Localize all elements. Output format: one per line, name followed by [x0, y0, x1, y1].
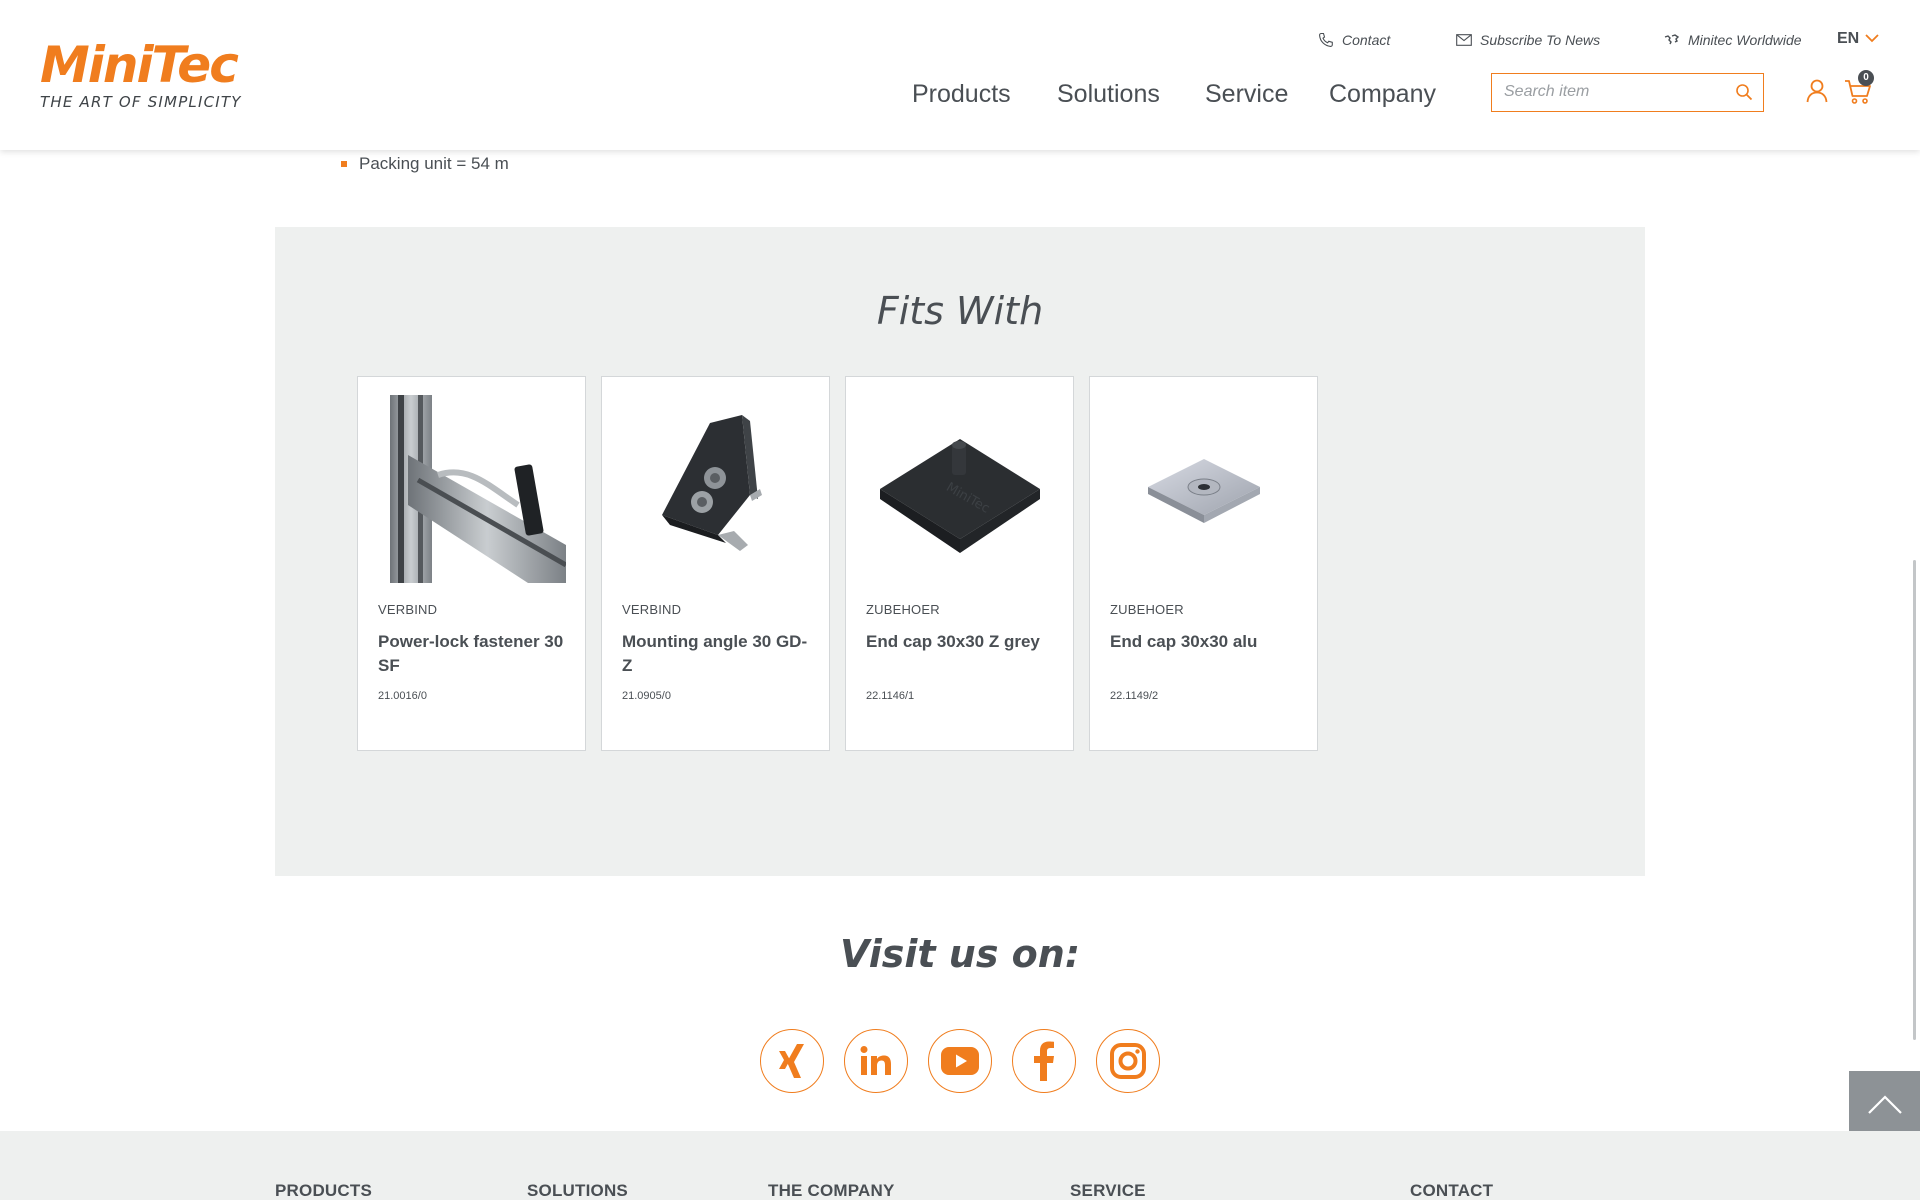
product-card[interactable]: MiniTec ZUBEHOER End cap 30x30 Z grey 22…	[845, 376, 1074, 751]
fits-with-title: Fits With	[876, 289, 1044, 333]
minitec-logo[interactable]: MiniTec THE ART OF SIMPLICITY	[40, 40, 242, 111]
facebook-icon[interactable]	[1012, 1029, 1076, 1093]
cart-count-badge: 0	[1858, 70, 1874, 86]
power-lock-fastener-image	[378, 395, 568, 583]
language-label: EN	[1837, 30, 1860, 47]
nav-products[interactable]: Products	[912, 80, 1011, 109]
visit-us-title: Visit us on:	[839, 932, 1081, 976]
instagram-icon[interactable]	[1096, 1029, 1160, 1093]
mounting-angle-image	[622, 395, 810, 583]
footer-heading-solutions: SOLUTIONS	[527, 1181, 628, 1200]
packing-unit-text: Packing unit = 54 m	[359, 154, 509, 173]
logo-tagline: THE ART OF SIMPLICITY	[40, 93, 242, 111]
fits-with-section: Fits With VERBIND Power-lock fastener 30…	[275, 227, 1645, 876]
card-category: VERBIND	[622, 602, 682, 617]
end-cap-alu-image	[1110, 395, 1298, 583]
worldwide-label: Minitec Worldwide	[1688, 32, 1802, 48]
world-map-icon	[1664, 34, 1680, 46]
subscribe-label: Subscribe To News	[1480, 32, 1601, 48]
chevron-up-icon	[1867, 1095, 1903, 1120]
search-box	[1491, 73, 1764, 112]
card-sku: 22.1146/1	[866, 690, 915, 702]
chevron-down-icon	[1865, 30, 1879, 48]
packing-unit-item: Packing unit = 54 m	[341, 154, 509, 174]
search-input[interactable]	[1504, 83, 1724, 101]
phone-icon	[1318, 32, 1334, 48]
card-product-name: Power-lock fastener 30 SF	[378, 632, 564, 675]
footer-heading-company: THE COMPANY	[768, 1181, 895, 1200]
subscribe-news-link[interactable]: Subscribe To News	[1456, 32, 1600, 48]
product-card[interactable]: ZUBEHOER End cap 30x30 alu 22.1149/2	[1089, 376, 1318, 751]
scroll-to-top-button[interactable]	[1849, 1071, 1920, 1139]
card-category: ZUBEHOER	[866, 602, 940, 617]
page-scrollbar[interactable]	[1913, 560, 1916, 1040]
nav-solutions[interactable]: Solutions	[1057, 80, 1160, 109]
footer-heading-service: SERVICE	[1070, 1181, 1146, 1200]
product-card[interactable]: VERBIND Mounting angle 30 GD-Z 21.0905/0	[601, 376, 830, 751]
card-category: VERBIND	[378, 602, 438, 617]
worldwide-link[interactable]: Minitec Worldwide	[1664, 32, 1802, 48]
bullet-marker	[341, 161, 347, 167]
site-header: MiniTec THE ART OF SIMPLICITY Contact Su…	[0, 0, 1920, 150]
footer-heading-products: PRODUCTS	[275, 1181, 372, 1200]
nav-service[interactable]: Service	[1205, 80, 1288, 109]
mail-icon	[1456, 34, 1472, 46]
card-product-name: End cap 30x30 alu	[1110, 632, 1258, 651]
linkedin-icon[interactable]	[844, 1029, 908, 1093]
card-product-name: Mounting angle 30 GD-Z	[622, 632, 808, 675]
language-selector[interactable]: EN	[1837, 30, 1879, 48]
card-product-name: End cap 30x30 Z grey	[866, 632, 1040, 651]
end-cap-grey-image: MiniTec	[866, 395, 1054, 583]
logo-wordmark: MiniTec	[40, 36, 239, 94]
contact-label: Contact	[1342, 32, 1391, 48]
card-category: ZUBEHOER	[1110, 602, 1184, 617]
search-icon[interactable]	[1735, 83, 1753, 106]
product-card[interactable]: VERBIND Power-lock fastener 30 SF 21.001…	[357, 376, 586, 751]
youtube-icon[interactable]	[928, 1029, 992, 1093]
footer-heading-contact: CONTACT	[1410, 1181, 1494, 1200]
card-sku: 22.1149/2	[1110, 690, 1159, 702]
contact-link[interactable]: Contact	[1318, 32, 1390, 48]
card-sku: 21.0016/0	[378, 690, 427, 702]
nav-company[interactable]: Company	[1329, 80, 1436, 109]
xing-icon[interactable]	[760, 1029, 824, 1093]
card-sku: 21.0905/0	[622, 690, 671, 702]
user-account-icon[interactable]	[1806, 79, 1828, 108]
